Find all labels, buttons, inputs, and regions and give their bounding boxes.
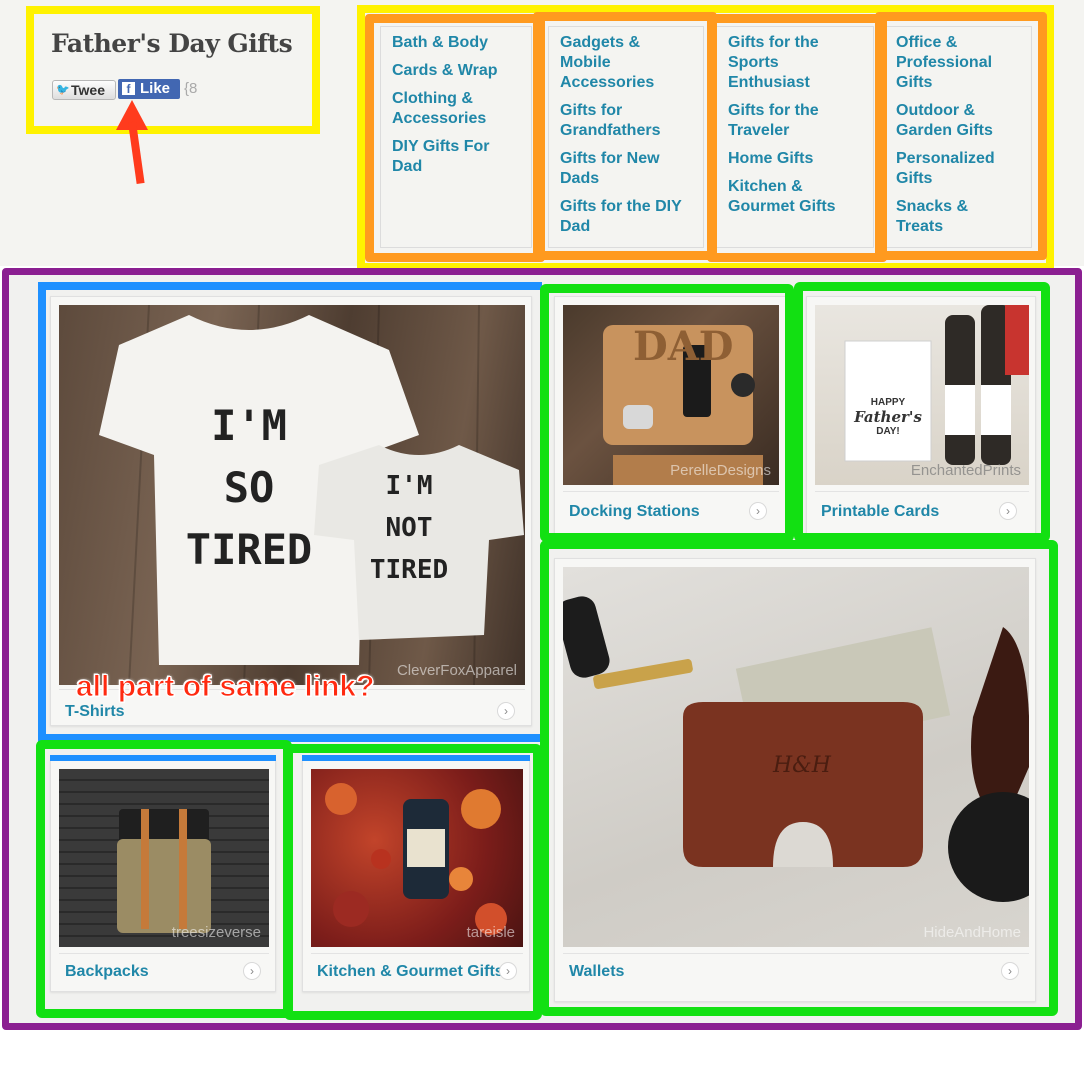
gift-tile-kitchen[interactable]: tareisle Kitchen & Gourmet Gifts › (302, 760, 530, 992)
category-link[interactable]: Gifts for New Dads (560, 149, 690, 189)
gift-tile-docking-stations[interactable]: DAD PerelleDesigns Docking Stations › (554, 296, 786, 536)
tile-divider (311, 953, 523, 954)
tile-accent-bar (302, 755, 530, 761)
category-link[interactable]: Cards & Wrap (392, 61, 532, 81)
tile-label-docking[interactable]: Docking Stations (569, 503, 700, 521)
category-link[interactable]: DIY Gifts For Dad (392, 137, 522, 177)
like-label: Like (140, 80, 171, 97)
category-column-3: Gifts for the Sports Enthusiast Gifts fo… (716, 26, 874, 248)
tile-divider (563, 953, 1029, 954)
facebook-icon: f (122, 82, 135, 96)
category-link[interactable]: Gifts for the DIY Dad (560, 197, 705, 237)
cards-photo-svg (844, 305, 1029, 465)
kitchen-photo-svg (325, 783, 507, 935)
gift-tile-printable-cards[interactable]: HAPPY Father's DAY! EnchantedPrints Prin… (806, 296, 1036, 536)
tile-label-backpacks[interactable]: Backpacks (65, 963, 149, 981)
stand-engraving: DAD (633, 323, 734, 370)
page-title: Father's Day Gifts (51, 29, 293, 58)
wallet-monogram: H&H (773, 753, 831, 778)
category-link[interactable]: Clothing & Accessories (392, 89, 522, 129)
photo-credit: HideAndHome (923, 924, 1021, 941)
chevron-right-icon[interactable]: › (497, 702, 515, 720)
tile-label-cards[interactable]: Printable Cards (821, 503, 939, 521)
card-text: HAPPY Father's DAY! (847, 397, 929, 438)
annotation-blue-top (38, 282, 542, 290)
category-link[interactable]: Personalized Gifts (896, 149, 1021, 189)
category-link[interactable]: Bath & Body (392, 33, 532, 53)
category-link[interactable]: Gifts for Grandfathers (560, 101, 690, 141)
category-column-4: Office & Professional Gifts Outdoor & Ga… (884, 26, 1032, 248)
chevron-right-icon[interactable]: › (749, 502, 767, 520)
category-link[interactable]: Snacks & Treats (896, 197, 1006, 237)
card-line-2: Father's (854, 408, 922, 426)
facebook-like-button[interactable]: f Like (118, 79, 180, 99)
chevron-right-icon[interactable]: › (499, 962, 517, 980)
shirt-print-text: I'M SO TIRED (185, 401, 313, 574)
category-link[interactable]: Gadgets & Mobile Accessories (560, 33, 680, 93)
wallets-image: H&H HideAndHome (563, 567, 1029, 947)
category-link[interactable]: Outdoor & Garden Gifts (896, 101, 1016, 141)
category-column-2: Gadgets & Mobile Accessories Gifts for G… (548, 26, 704, 248)
cards-image: HAPPY Father's DAY! EnchantedPrints (815, 305, 1029, 485)
photo-credit: tareisle (466, 924, 515, 941)
onesie-print-text: I'M NOT TIRED (369, 471, 449, 585)
tile-label-wallets[interactable]: Wallets (569, 963, 624, 981)
tweet-label: Twee (71, 82, 105, 98)
category-link[interactable]: Office & Professional Gifts (896, 33, 1021, 93)
kitchen-image: tareisle (311, 769, 523, 947)
annotation-text: all part of same link? (75, 670, 375, 704)
tile-accent-bar (50, 755, 276, 761)
tile-label-kitchen[interactable]: Kitchen & Gourmet Gifts (317, 963, 505, 981)
twitter-icon: 🐦 (56, 84, 70, 96)
photo-credit: EnchantedPrints (910, 462, 1021, 479)
tile-divider (563, 491, 779, 492)
chevron-right-icon[interactable]: › (999, 502, 1017, 520)
category-link[interactable]: Gifts for the Sports Enthusiast (728, 33, 848, 93)
tshirts-image: I'M SO TIRED I'M NOT TIRED CleverFoxAppa… (59, 305, 525, 685)
category-link[interactable]: Home Gifts (728, 149, 868, 169)
backpacks-photo-svg (117, 809, 211, 933)
gift-tile-tshirts[interactable]: I'M SO TIRED I'M NOT TIRED CleverFoxAppa… (50, 296, 532, 726)
docking-image: DAD PerelleDesigns (563, 305, 779, 485)
chevron-right-icon[interactable]: › (1001, 962, 1019, 980)
photo-credit: treesizeverse (171, 924, 261, 941)
tweet-button[interactable]: 🐦 Twee (52, 80, 116, 100)
share-count: {8 (184, 80, 198, 97)
chevron-right-icon[interactable]: › (243, 962, 261, 980)
photo-credit: PerelleDesigns (670, 462, 771, 479)
tile-divider (59, 953, 269, 954)
gift-tile-backpacks[interactable]: treesizeverse Backpacks › (50, 760, 276, 992)
category-link[interactable]: Kitchen & Gourmet Gifts (728, 177, 858, 217)
tile-divider (815, 491, 1029, 492)
card-line-3: DAY! (876, 426, 900, 437)
category-link[interactable]: Gifts for the Traveler (728, 101, 848, 141)
title-widget: Father's Day Gifts 🐦 Twee f Like {8 (34, 14, 310, 126)
tile-label-tshirts[interactable]: T-Shirts (65, 703, 125, 721)
photo-credit: CleverFoxApparel (396, 662, 517, 679)
backpacks-image: treesizeverse (59, 769, 269, 947)
category-column-1: Bath & Body Cards & Wrap Clothing & Acce… (380, 26, 532, 248)
gift-tile-wallets[interactable]: H&H HideAndHome Wallets › (554, 558, 1036, 1002)
page: Father's Day Gifts 🐦 Twee f Like {8 Bath… (0, 0, 1084, 1072)
